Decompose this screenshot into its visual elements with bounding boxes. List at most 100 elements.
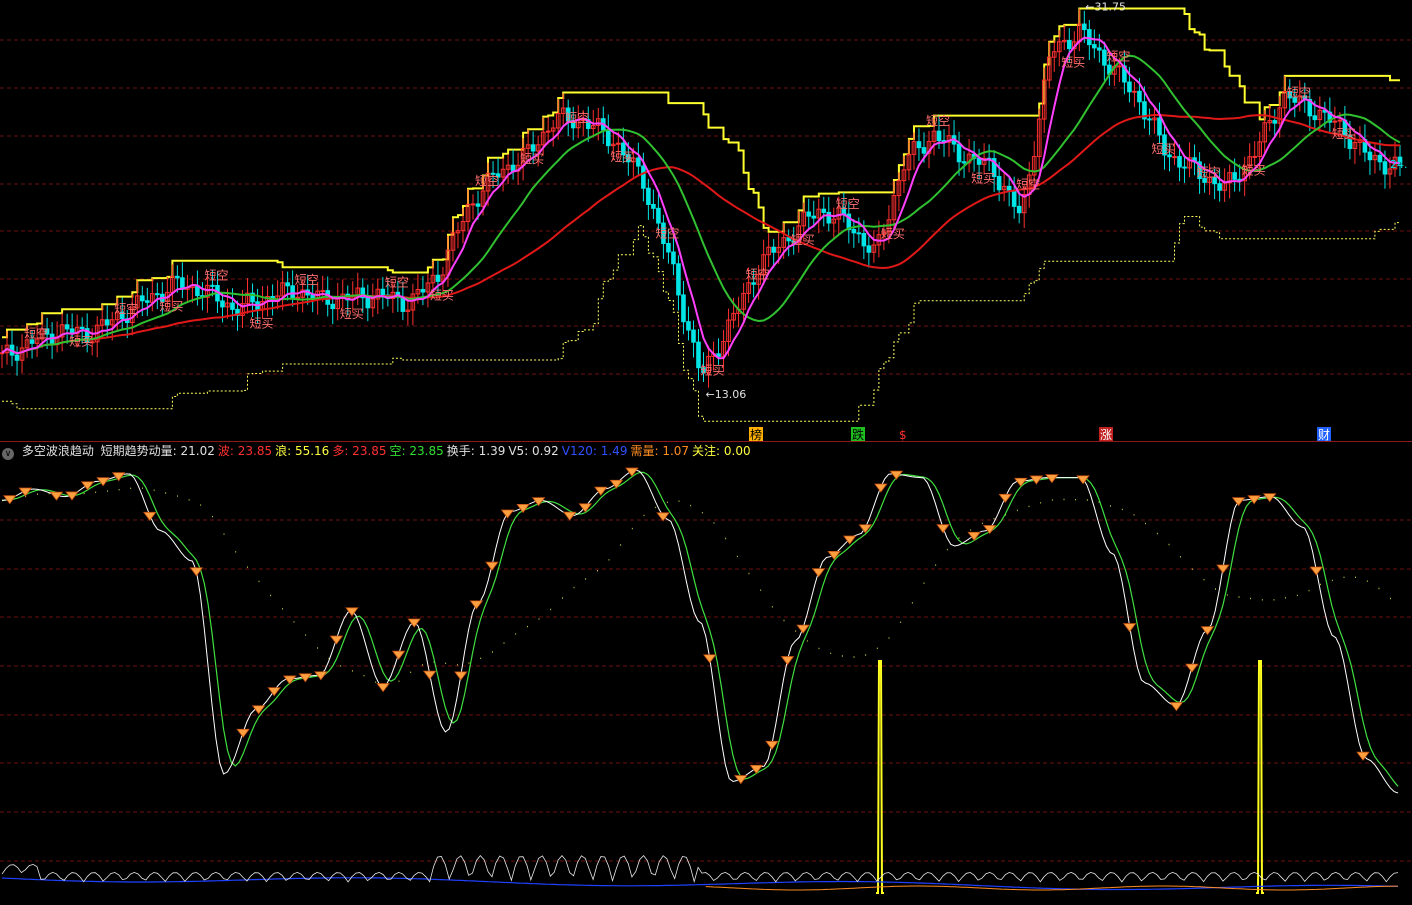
indicator-field: 波: 23.85 <box>217 444 273 458</box>
signal-diamond <box>267 687 282 697</box>
signal-diamond <box>1169 702 1184 712</box>
ma-short-line <box>1 36 1401 360</box>
candle-body <box>1097 47 1102 51</box>
signal-label: 短买 <box>610 150 634 164</box>
candle-body <box>1137 90 1142 103</box>
candle-body <box>365 297 371 309</box>
indicator-field: 需量: 1.07 <box>630 444 690 458</box>
signal-diamond <box>80 481 95 491</box>
signal-label: 短买 <box>159 299 183 313</box>
candle-body <box>1092 44 1097 49</box>
candle-body <box>145 300 150 303</box>
signal-label: 短空 <box>565 111 589 125</box>
signal-label: 短买 <box>881 227 905 241</box>
candle-body <box>1177 156 1182 168</box>
indicator-fields: 短期趋势动量: 21.02 波: 23.85 浪: 55.16 多: 23.85 空: … <box>101 444 754 458</box>
candle-body <box>606 129 611 147</box>
signal-diamond <box>422 670 437 680</box>
signal-diamond <box>780 656 795 666</box>
candle-body <box>646 187 651 205</box>
signal-diamond <box>1185 663 1199 673</box>
candle-body <box>771 246 776 253</box>
candle-body <box>104 319 110 326</box>
candle-body <box>1377 154 1383 163</box>
candle-body <box>1232 172 1237 180</box>
last-price-label: 24. <box>1390 158 1408 171</box>
signal-label: 短空 <box>114 302 138 316</box>
indicator-field: 空: 23.85 <box>389 444 444 458</box>
candle-body <box>676 263 681 296</box>
candle-body <box>155 293 160 296</box>
signal-diamond <box>329 635 344 645</box>
resistance-line <box>2 7 1400 339</box>
signal-diamond <box>1231 497 1246 507</box>
signal-diamond <box>1014 477 1028 487</box>
candle-body <box>826 211 832 224</box>
signal-diamond <box>936 524 950 534</box>
signal-diamond <box>485 561 499 571</box>
candle-body <box>64 324 70 330</box>
event-mark: 涨 <box>1100 427 1112 442</box>
candle-body <box>175 275 180 279</box>
signal-diamond <box>702 654 717 664</box>
signal-label: 短买 <box>520 152 544 166</box>
candle-body <box>295 296 300 299</box>
chevron-down-icon[interactable]: ∨ <box>2 448 14 460</box>
candle-body <box>285 282 290 287</box>
candle-body <box>530 144 536 152</box>
signal-label: 短空 <box>836 197 860 211</box>
candle-body <box>656 207 661 224</box>
signal-label: 短买 <box>69 334 93 348</box>
candle-body <box>435 274 441 282</box>
candle-body <box>956 143 962 163</box>
signal-label: 短买 <box>1151 142 1175 156</box>
candle-body <box>636 157 641 167</box>
signal-label: 短空 <box>385 275 409 289</box>
signal-label: 短买 <box>791 233 815 247</box>
candle-body <box>1011 190 1017 207</box>
signal-label: 短买 <box>1242 164 1266 178</box>
candle-body <box>380 288 386 296</box>
candle-body <box>470 203 476 206</box>
price-low-label: ←13.06 <box>706 388 747 401</box>
indicator-field: V120: 1.49 <box>561 444 628 458</box>
price-high-label: ←31.75 <box>1085 1 1126 14</box>
candle-body <box>1082 23 1087 31</box>
signal-label: 短买 <box>340 307 364 321</box>
ma-long-line <box>1 114 1401 355</box>
candle-body <box>666 242 671 253</box>
candle-body <box>1127 81 1132 93</box>
candle-body <box>420 289 426 293</box>
candle-body <box>1252 155 1257 158</box>
candle-body <box>140 295 145 302</box>
candle-body <box>651 203 656 209</box>
event-mark: 榜 <box>750 427 762 442</box>
candle-body <box>671 251 676 265</box>
candle-body <box>996 176 1002 191</box>
indicator-field: 浪: 55.16 <box>275 444 330 458</box>
signal-label: 短空 <box>1016 177 1040 191</box>
candle-body <box>936 130 942 142</box>
candle-body <box>320 290 325 293</box>
candle-body <box>79 326 85 330</box>
indicator-field: 关注: 0.00 <box>692 444 751 458</box>
volume-v120-line <box>1 877 1399 891</box>
signal-label: 短空 <box>295 273 319 287</box>
signal-diamond <box>765 740 779 750</box>
candle-body <box>1337 119 1343 122</box>
candle-body <box>856 232 862 235</box>
signal-label: 短空 <box>24 326 48 340</box>
candle-body <box>475 203 481 207</box>
candle-body <box>806 211 812 217</box>
candle-body <box>861 233 867 247</box>
signal-diamond <box>236 728 250 738</box>
indicator-field: V5: 0.92 <box>508 444 559 458</box>
candle-body <box>691 329 696 343</box>
candle-body <box>686 321 691 331</box>
volume-spike <box>876 660 884 894</box>
indicator-field: 多: 23.85 <box>332 444 387 458</box>
candle-body <box>1016 205 1022 214</box>
signal-label: 短空 <box>746 267 770 281</box>
signal-label: 短买 <box>971 171 995 185</box>
signal-diamond <box>142 511 157 521</box>
